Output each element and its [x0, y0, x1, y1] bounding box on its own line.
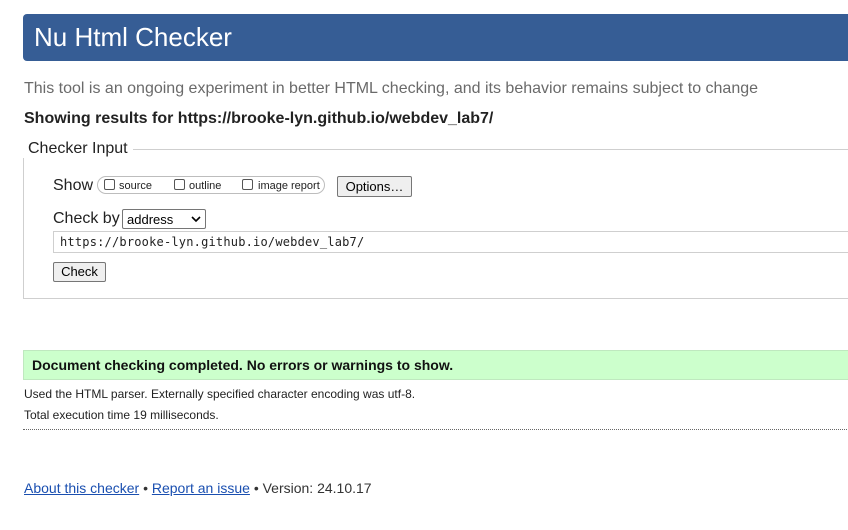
parser-info: Used the HTML parser. Externally specifi… [24, 387, 416, 401]
show-label: Show [53, 177, 94, 194]
source-checkbox[interactable] [104, 179, 115, 190]
source-checkbox-label[interactable]: source [119, 180, 152, 192]
report-issue-link[interactable]: Report an issue [152, 480, 250, 496]
showing-results-heading: Showing results for https://brooke-lyn.g… [24, 110, 494, 127]
check-by-select[interactable]: address [122, 209, 206, 229]
page-header: Nu Html Checker [23, 14, 848, 61]
image-report-checkbox-label[interactable]: image report [258, 180, 320, 192]
options-button[interactable]: Options… [337, 176, 412, 197]
footer-separator: • [143, 480, 148, 496]
url-input-value: https://brooke-lyn.github.io/webdev_lab7… [60, 235, 365, 249]
page-title: Nu Html Checker [34, 22, 232, 52]
chevron-down-icon [191, 216, 201, 223]
success-message-box: Document checking completed. No errors o… [23, 350, 848, 380]
footer-separator: • [253, 480, 259, 496]
image-report-checkbox[interactable] [242, 179, 253, 190]
url-input[interactable]: https://brooke-lyn.github.io/webdev_lab7… [53, 231, 848, 253]
results-divider [23, 429, 848, 430]
success-message: Document checking completed. No errors o… [32, 357, 454, 373]
show-options-group: source outline image report [97, 176, 325, 194]
footer: About this checker • Report an issue • V… [24, 480, 372, 496]
execution-time: Total execution time 19 milliseconds. [24, 408, 219, 422]
tagline: This tool is an ongoing experiment in be… [24, 80, 759, 97]
checker-input-legend: Checker Input [23, 140, 133, 158]
outline-checkbox[interactable] [174, 179, 185, 190]
check-by-select-value: address [127, 212, 174, 227]
legend-label: Checker Input [28, 140, 128, 157]
version-text: Version: 24.10.17 [262, 480, 372, 496]
check-button[interactable]: Check [53, 262, 106, 282]
outline-checkbox-label[interactable]: outline [189, 180, 221, 192]
check-by-label: Check by [53, 210, 120, 227]
about-link[interactable]: About this checker [24, 480, 139, 496]
